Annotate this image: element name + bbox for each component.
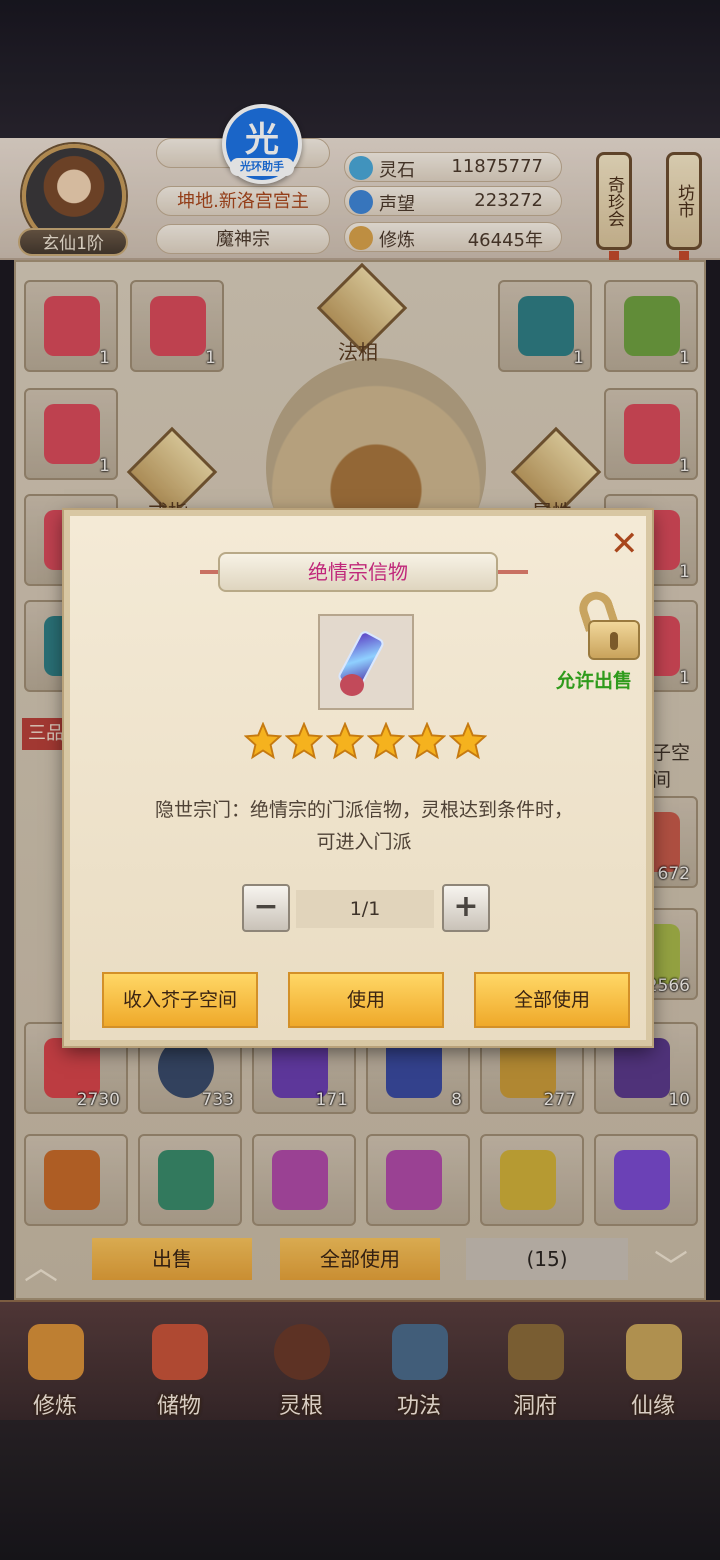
unlock-icon — [574, 587, 640, 660]
modal-title: 绝情宗信物 — [218, 552, 498, 592]
description-line: 隐世宗门：绝情宗的门派信物，灵根达到条件时， — [154, 799, 573, 821]
close-icon[interactable]: ✕ — [610, 524, 639, 564]
allow-sell-label: 允许出售 — [556, 670, 633, 692]
star-icon — [285, 722, 323, 760]
quantity-field[interactable]: 1/1 — [296, 890, 434, 928]
sect-token-icon — [336, 624, 396, 700]
item-description: 隐世宗门：绝情宗的门派信物，灵根达到条件时， 可进入门派 — [90, 794, 638, 858]
star-icon — [244, 722, 282, 760]
item-icon-frame — [318, 614, 414, 710]
star-icon — [326, 722, 364, 760]
item-detail-modal: 绝情宗信物 ✕ 允许出售 隐世宗门：绝情宗的门派信物，灵根达到条件时， 可进入门… — [64, 510, 652, 1046]
star-icon — [408, 722, 446, 760]
star-icon — [449, 722, 487, 760]
increase-button[interactable]: + — [442, 884, 490, 932]
star-rating — [244, 722, 487, 762]
description-line: 可进入门派 — [316, 831, 412, 853]
decrease-button[interactable]: − — [242, 884, 290, 932]
use-button[interactable]: 使用 — [288, 972, 444, 1028]
store-in-space-button[interactable]: 收入芥子空间 — [102, 972, 258, 1028]
star-icon — [367, 722, 405, 760]
use-all-button[interactable]: 全部使用 — [474, 972, 630, 1028]
